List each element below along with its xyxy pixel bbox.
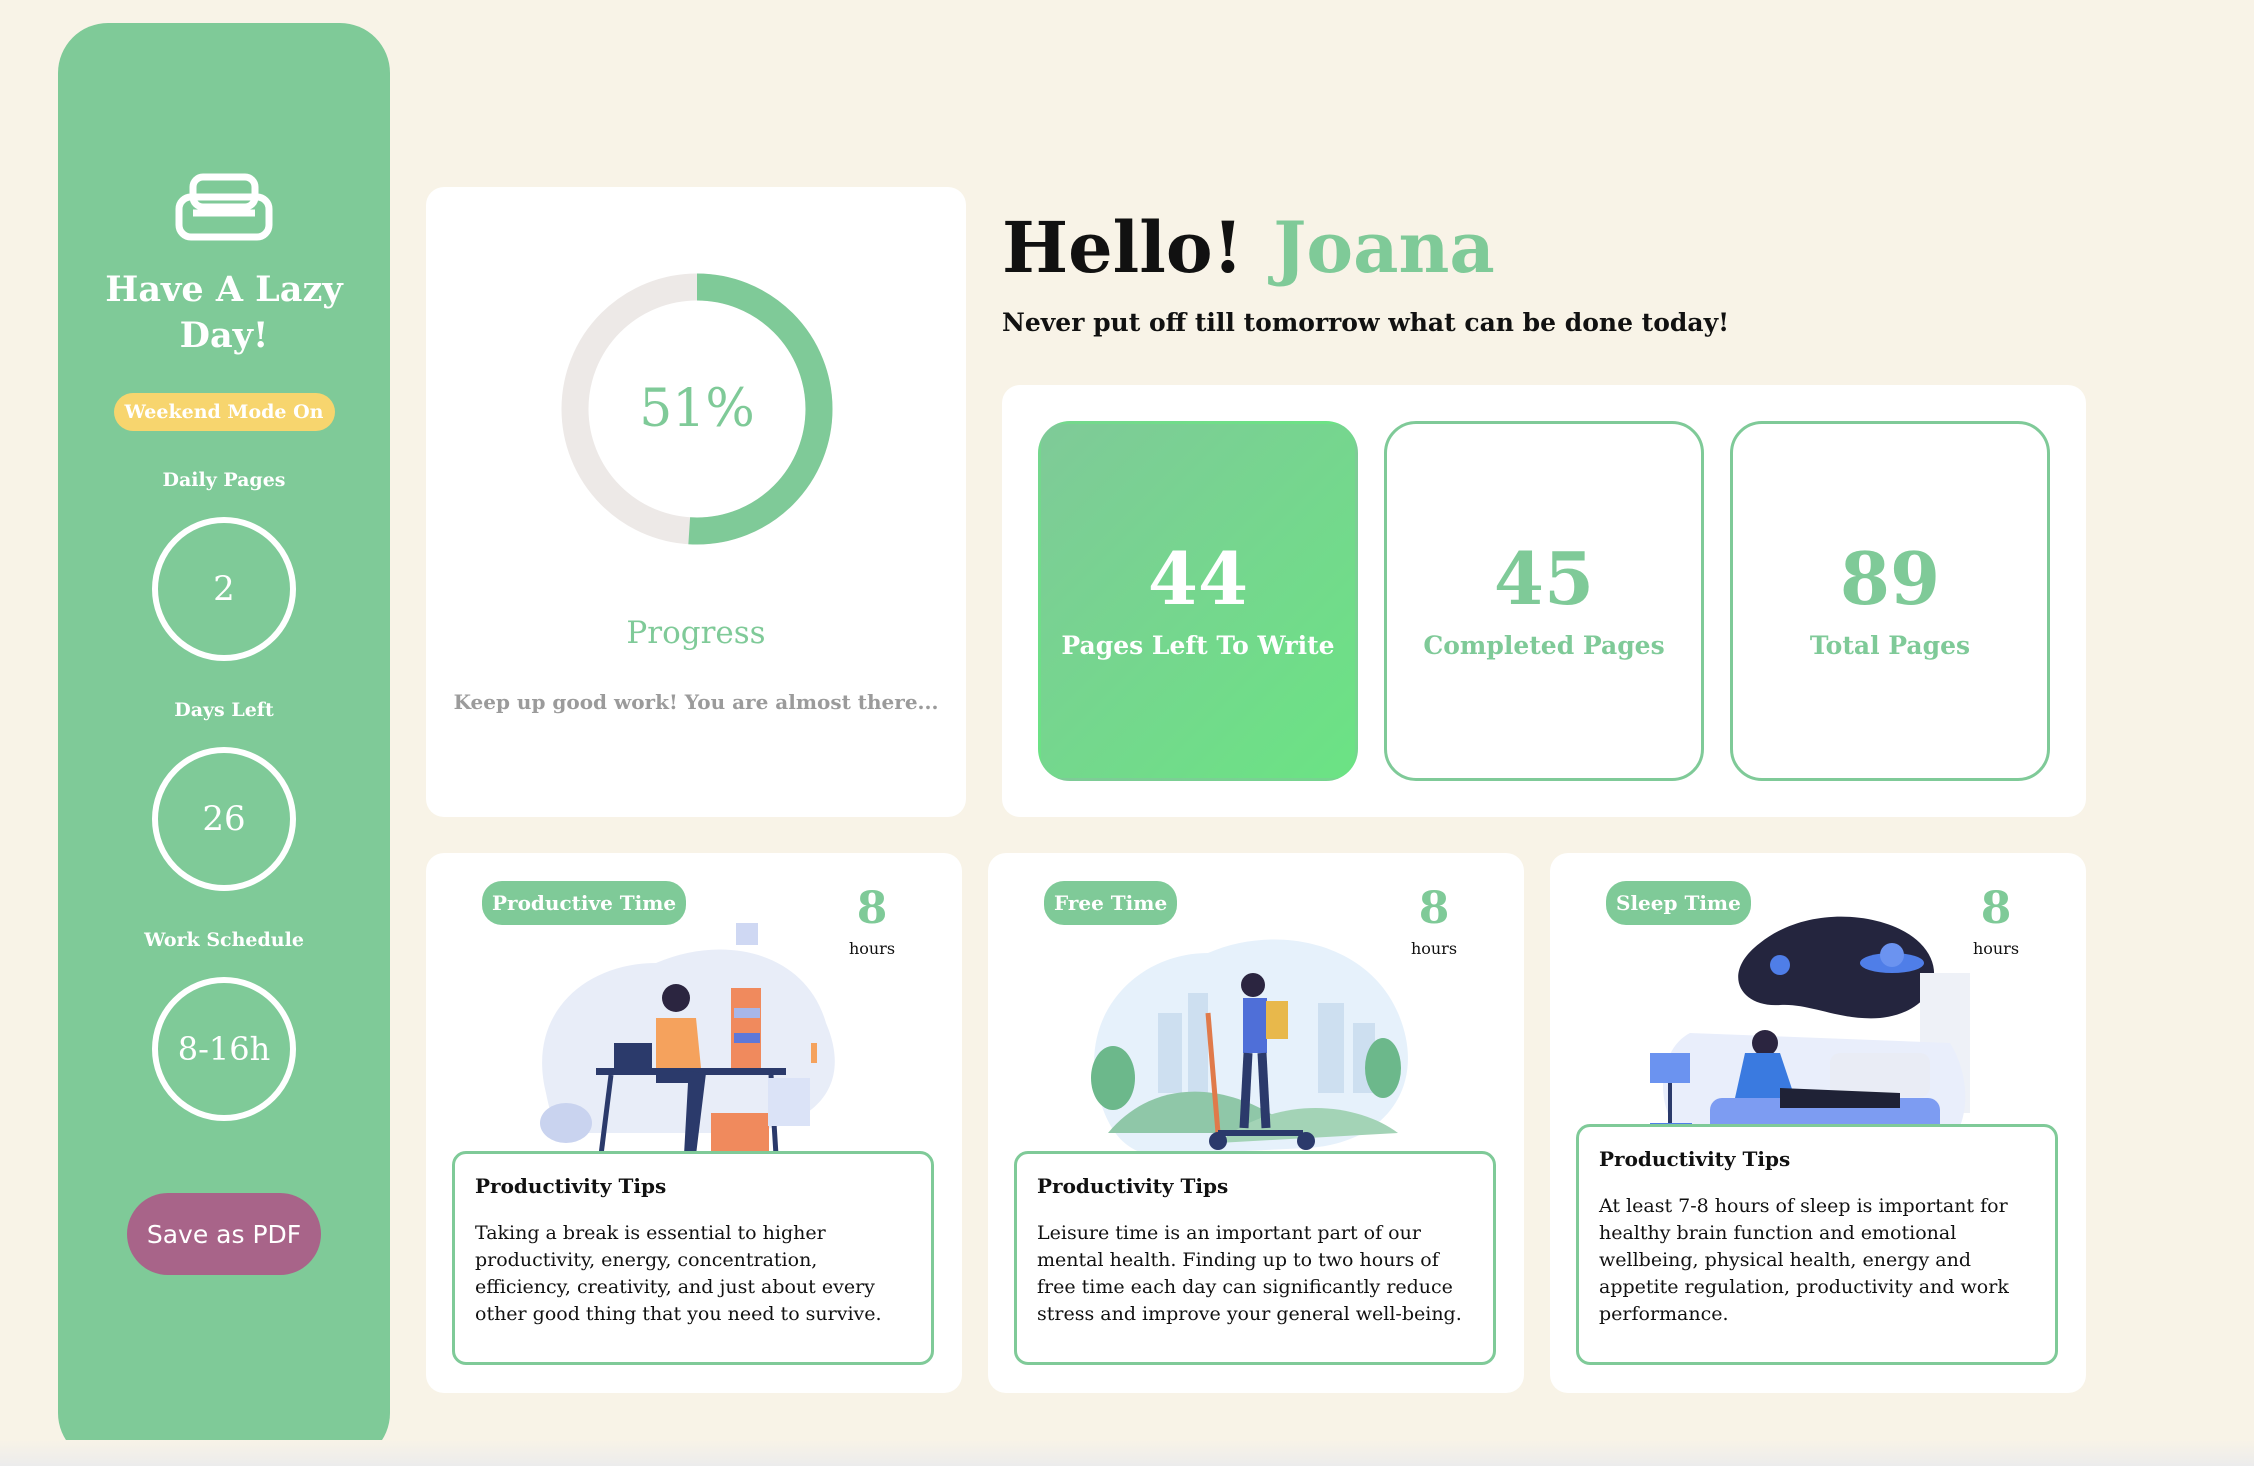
greeting-heading: Hello! Joana	[1002, 206, 1495, 289]
work-schedule-value: 8-16h	[152, 977, 296, 1121]
free-time-card: Free Time 8 hours Productivity Tips Leis…	[988, 853, 1524, 1393]
tips-title: Productivity Tips	[1037, 1174, 1229, 1198]
completed-pages-stat[interactable]: 45 Completed Pages	[1384, 421, 1704, 781]
tips-body: At least 7-8 hours of sleep is important…	[1599, 1195, 2009, 1325]
hours-unit: hours	[848, 939, 896, 958]
days-left-value: 26	[152, 747, 296, 891]
stat-value: 89	[1839, 536, 1941, 621]
hours-value: 8	[856, 883, 888, 934]
tips-title: Productivity Tips	[1599, 1147, 1791, 1171]
progress-ring: 51%	[559, 271, 835, 547]
sidebar: Have A Lazy Day! Weekend Mode On Daily P…	[58, 23, 390, 1463]
daily-pages-label: Daily Pages	[162, 469, 286, 491]
stats-card: 44 Pages Left To Write 45 Completed Page…	[1002, 385, 2086, 817]
productivity-tips-box: Productivity Tips Leisure time is an imp…	[1014, 1151, 1496, 1365]
stat-value: 45	[1493, 536, 1595, 621]
hours-unit: hours	[1410, 939, 1458, 958]
stat-label: Total Pages	[1809, 631, 1971, 660]
sleep-time-pill[interactable]: Sleep Time	[1606, 881, 1751, 925]
productivity-tips-box: Productivity Tips At least 7-8 hours of …	[1576, 1124, 2058, 1365]
progress-title: Progress	[626, 615, 766, 651]
total-pages-stat[interactable]: 89 Total Pages	[1730, 421, 2050, 781]
work-schedule-label: Work Schedule	[144, 929, 304, 951]
sidebar-title: Have A Lazy Day!	[105, 269, 343, 356]
sofa-icon	[175, 173, 273, 241]
tips-title: Productivity Tips	[475, 1174, 667, 1198]
stat-label: Completed Pages	[1423, 631, 1665, 660]
progress-subtitle: Keep up good work! You are almost there.…	[453, 690, 939, 714]
tips-body: Taking a break is essential to higher pr…	[475, 1222, 882, 1325]
motivational-quote: Never put off till tomorrow what can be …	[1002, 308, 1730, 337]
user-name: Joana	[1273, 206, 1495, 289]
scooter-park-illustration	[1091, 939, 1408, 1155]
greeting-text: Hello!	[1002, 206, 1244, 289]
progress-card: 51% Progress Keep up good work! You are …	[426, 187, 966, 817]
stat-value: 44	[1147, 536, 1249, 621]
hours-value: 8	[1418, 883, 1450, 934]
productive-time-card: Productive Time 8 hours Productivity Tip…	[426, 853, 962, 1393]
productive-time-pill[interactable]: Productive Time	[482, 881, 687, 925]
page-bottom-edge	[0, 1440, 2254, 1466]
weekend-mode-badge[interactable]: Weekend Mode On	[113, 393, 335, 431]
days-left-label: Days Left	[174, 699, 274, 721]
sleep-time-card: Sleep Time 8 hours Productivity Tips At …	[1550, 853, 2086, 1393]
productivity-tips-box: Productivity Tips Taking a break is esse…	[452, 1151, 934, 1365]
progress-percent: 51%	[639, 379, 755, 439]
tips-body: Leisure time is an important part of our…	[1037, 1222, 1462, 1325]
pages-left-stat[interactable]: 44 Pages Left To Write	[1038, 421, 1358, 781]
free-time-pill[interactable]: Free Time	[1044, 881, 1178, 925]
hours-value: 8	[1980, 883, 2012, 934]
daily-pages-value: 2	[152, 517, 296, 661]
hours-unit: hours	[1972, 939, 2020, 958]
working-desk-illustration	[540, 923, 835, 1156]
stat-label: Pages Left To Write	[1061, 631, 1335, 660]
save-as-pdf-button[interactable]: Save as PDF	[127, 1193, 321, 1275]
